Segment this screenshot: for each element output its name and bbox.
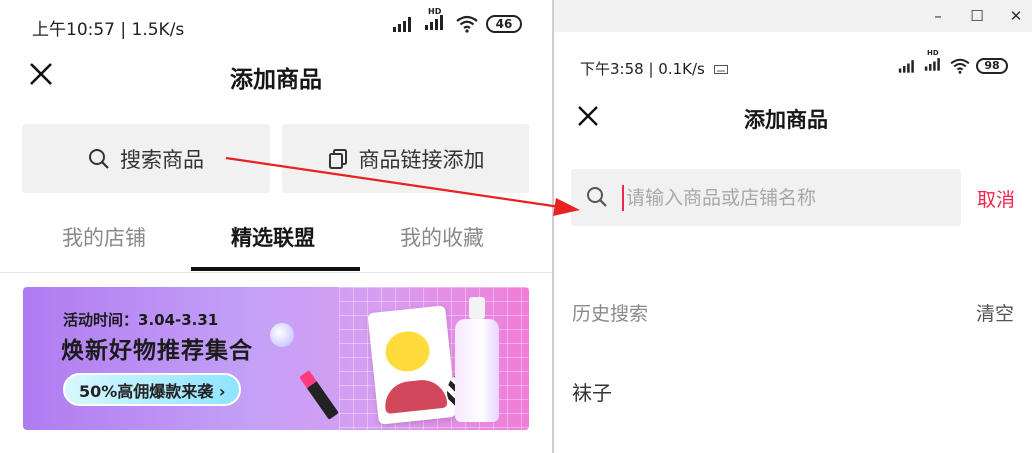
left-phone-screen: 上午10:57 | 1.5K/s HD 46 添加商品 搜索商品 商品链接添加 … [0, 0, 552, 453]
active-tab-indicator [191, 267, 360, 271]
status-time-speed-text: 下午3:58 | 0.1K/s [580, 60, 705, 78]
tab-my-favorites[interactable]: 我的收藏 [400, 222, 484, 252]
add-by-link-label: 商品链接添加 [358, 147, 485, 172]
copy-icon [328, 148, 347, 169]
text-cursor [622, 185, 624, 211]
battery-level: 98 [984, 59, 1000, 72]
search-icon [89, 148, 109, 169]
close-icon[interactable] [576, 104, 600, 128]
maximize-button[interactable]: ☐ [967, 6, 987, 26]
search-input[interactable] [626, 183, 946, 213]
bag-label-decoration [383, 329, 432, 374]
clear-history-button[interactable]: 清空 [976, 299, 1014, 326]
keyboard-icon [713, 65, 728, 74]
search-products-label: 搜索商品 [120, 147, 204, 172]
banner-headline: 焕新好物推荐集合 [61, 338, 253, 364]
right-phone-window: – ☐ ✕ 下午3:58 | 0.1K/s HD 98 添加商品 请输入商品或店… [554, 0, 1032, 453]
signal-icon [393, 17, 411, 32]
cancel-button[interactable]: 取消 [977, 185, 1015, 212]
add-by-link-button[interactable]: 商品链接添加 [282, 124, 529, 193]
promo-banner[interactable]: 活动时间：3.04-3.31 焕新好物推荐集合 50%高佣爆款来袭 › [23, 287, 529, 430]
banner-ring-decoration [270, 323, 294, 347]
status-icons: HD 98 [898, 49, 1008, 75]
lotion-bottle-image [455, 297, 499, 422]
hd-label: HD [927, 49, 939, 57]
bottle-pump [469, 297, 485, 319]
hd-label: HD [428, 7, 442, 16]
banner-date: 活动时间：3.04-3.31 [63, 311, 219, 329]
wifi-icon [456, 15, 478, 33]
tab-selected-alliance[interactable]: 精选联盟 [231, 222, 315, 252]
history-item[interactable]: 袜子 [572, 377, 612, 406]
lipstick-image [299, 370, 339, 420]
banner-promo-pill: 50%高佣爆款来袭 › [63, 373, 242, 406]
search-bar[interactable] [571, 169, 961, 226]
snack-bag-image [367, 305, 457, 425]
wifi-icon [950, 58, 970, 74]
search-products-button[interactable]: 搜索商品 [22, 124, 270, 193]
window-titlebar: – ☐ ✕ [554, 0, 1032, 32]
page-title: 添加商品 [744, 108, 828, 132]
tab-my-store[interactable]: 我的店铺 [62, 222, 146, 252]
minimize-button[interactable]: – [928, 6, 948, 26]
status-icons: HD 46 [392, 7, 522, 34]
signal-icon [924, 58, 940, 71]
history-title: 历史搜索 [572, 303, 649, 325]
bag-fruit-decoration [382, 377, 448, 414]
bottle-body [455, 319, 499, 422]
window-close-button[interactable]: ✕ [1006, 6, 1026, 26]
search-icon [587, 187, 607, 207]
status-time-speed: 上午10:57 | 1.5K/s [32, 20, 185, 40]
tab-divider [0, 272, 552, 273]
status-time-speed: 下午3:58 | 0.1K/s [580, 58, 728, 79]
battery-icon: 98 [976, 57, 1008, 74]
battery-icon: 46 [486, 15, 522, 33]
tab-bar: 我的店铺 精选联盟 我的收藏 [0, 218, 552, 272]
battery-level: 46 [495, 17, 513, 31]
signal-icon [425, 15, 443, 30]
page-title: 添加商品 [230, 67, 322, 93]
signal-icon [898, 59, 914, 73]
